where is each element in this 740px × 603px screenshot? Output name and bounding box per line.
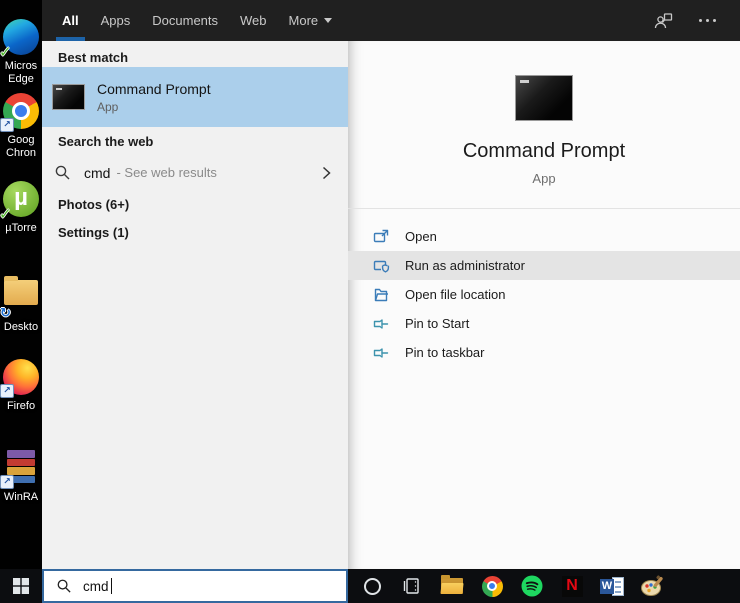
result-subtitle: App <box>97 99 119 114</box>
chrome-icon <box>481 575 503 597</box>
search-filter-tabs: All Apps Documents Web More <box>42 0 333 41</box>
tab-label: Web <box>240 13 267 28</box>
search-web-header: Search the web <box>58 134 154 149</box>
web-query: cmd <box>84 164 111 181</box>
action-label: Open <box>405 229 437 244</box>
chevron-right-icon <box>318 165 334 181</box>
taskbar: N W <box>0 569 740 603</box>
run-as-admin-shield-icon <box>372 257 390 275</box>
group-settings[interactable]: Settings (1) <box>58 225 129 240</box>
preview-title: Command Prompt <box>462 140 626 162</box>
best-match-result-command-prompt[interactable]: Command Prompt App <box>42 67 348 127</box>
text-cursor <box>111 578 112 594</box>
tab-label: Apps <box>100 13 131 28</box>
action-open[interactable]: Open <box>348 222 740 251</box>
web-query-suffix: - See web results <box>116 165 217 180</box>
taskbar-search-input[interactable] <box>83 578 111 594</box>
command-prompt-icon <box>52 84 85 110</box>
task-view-button[interactable] <box>392 569 432 603</box>
file-location-folder-icon <box>372 286 390 304</box>
screen: MicrosEdge GoogChron µ µTorre Deskto <box>0 0 740 603</box>
tab-label: Documents <box>152 13 219 28</box>
paint-icon <box>641 575 663 596</box>
windows-search-flyout: All Apps Documents Web More Best match C… <box>42 0 740 569</box>
context-actions: Open Run as administrator Open file loca… <box>348 222 740 367</box>
action-label: Run as administrator <box>405 258 525 273</box>
best-match-header: Best match <box>58 50 129 65</box>
taskbar-search-box[interactable] <box>42 569 348 603</box>
tab-documents[interactable]: Documents <box>152 0 218 41</box>
tab-apps[interactable]: Apps <box>101 0 131 41</box>
winrar-logo-icon <box>0 450 40 489</box>
preview-panel: Command Prompt App Open Run as administr… <box>348 41 740 569</box>
result-title: Command Prompt <box>97 80 211 97</box>
chrome-button[interactable] <box>472 569 512 603</box>
tab-label: More <box>288 13 319 28</box>
file-explorer-button[interactable] <box>432 569 472 603</box>
action-run-as-administrator[interactable]: Run as administrator <box>348 251 740 280</box>
chevron-down-icon <box>324 18 333 23</box>
search-icon <box>56 578 72 594</box>
file-explorer-icon <box>441 575 463 594</box>
search-header: All Apps Documents Web More <box>42 0 740 41</box>
paint-button[interactable] <box>632 569 672 603</box>
best-match-text: Command Prompt App <box>97 81 211 114</box>
folder-icon <box>0 276 40 321</box>
web-result-cmd[interactable]: cmd - See web results <box>42 153 348 192</box>
cortana-button[interactable] <box>352 569 392 603</box>
windows-start-icon <box>13 578 29 594</box>
word-icon: W <box>600 576 624 597</box>
command-prompt-icon-large <box>515 75 573 121</box>
netflix-button[interactable]: N <box>552 569 592 603</box>
cortana-icon <box>363 577 381 595</box>
utorrent-logo-icon: µ <box>0 181 40 223</box>
netflix-icon: N <box>561 575 583 597</box>
header-icons <box>654 0 740 41</box>
tab-all[interactable]: All <box>56 0 85 41</box>
tab-label: All <box>62 13 79 28</box>
tab-web[interactable]: Web <box>240 0 267 41</box>
action-pin-to-start[interactable]: Pin to Start <box>348 309 740 338</box>
action-pin-to-taskbar[interactable]: Pin to taskbar <box>348 338 740 367</box>
taskbar-icons: N W <box>352 569 672 603</box>
group-photos[interactable]: Photos (6+) <box>58 197 129 212</box>
open-icon <box>372 228 390 246</box>
chrome-logo-icon <box>0 93 40 132</box>
task-view-icon <box>403 578 419 594</box>
action-label: Open file location <box>405 287 506 302</box>
start-button[interactable] <box>0 569 42 603</box>
more-options-icon[interactable] <box>699 19 716 22</box>
tab-more[interactable]: More <box>289 0 333 41</box>
search-body: Best match Command Prompt App Search the… <box>42 41 740 569</box>
action-open-file-location[interactable]: Open file location <box>348 280 740 309</box>
account-icon[interactable] <box>654 12 673 30</box>
results-panel: Best match Command Prompt App Search the… <box>42 41 348 569</box>
divider <box>348 208 740 209</box>
word-button[interactable]: W <box>592 569 632 603</box>
pin-icon <box>372 315 390 333</box>
firefox-logo-icon <box>0 359 40 398</box>
pin-icon <box>372 344 390 362</box>
search-icon <box>54 164 71 181</box>
spotify-icon <box>521 575 543 597</box>
preview-subtitle: App <box>532 171 556 186</box>
edge-logo-icon <box>0 19 40 61</box>
action-label: Pin to Start <box>405 316 470 331</box>
spotify-button[interactable] <box>512 569 552 603</box>
action-label: Pin to taskbar <box>405 345 485 360</box>
